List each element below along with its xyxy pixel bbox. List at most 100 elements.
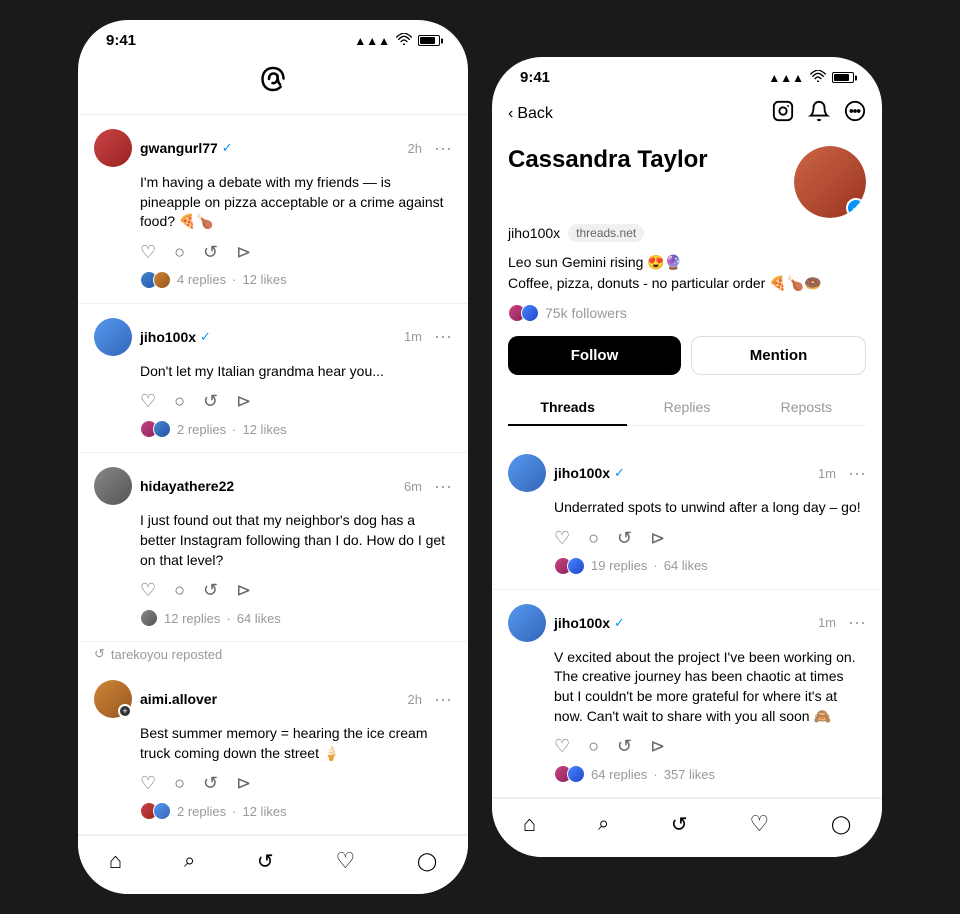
username-row: hidayathere22 [140, 478, 234, 494]
reply-count: 2 replies [177, 804, 226, 819]
post-body: Best summer memory = hearing the ice cre… [140, 724, 452, 763]
username: jiho100x [554, 615, 610, 631]
avatar [94, 129, 132, 167]
profile-name: Cassandra Taylor [508, 146, 708, 175]
like-count: 64 likes [664, 558, 708, 573]
table-row: + aimi.allover 2h ··· Best summer memory… [78, 666, 468, 835]
repost-button[interactable]: ↺ [617, 736, 632, 757]
status-bar-profile: 9:41 ▲▲▲ [492, 57, 882, 90]
feed-header [78, 53, 468, 115]
post-time: 2h [408, 141, 422, 156]
repost-button[interactable]: ↺ [203, 580, 218, 601]
post-header-right: 6m ··· [404, 476, 452, 497]
verified-badge: ✓ [846, 198, 866, 218]
post-menu-button[interactable]: ··· [434, 689, 452, 710]
search-tab[interactable]: ⌕ [184, 850, 195, 873]
post-stats: 19 replies · 64 likes [554, 557, 866, 575]
post-header-right: 1m ··· [818, 463, 866, 484]
share-button[interactable]: ⊳ [236, 242, 251, 263]
post-time: 1m [818, 615, 836, 630]
profile-avatar: ✓ [794, 146, 866, 218]
username-row: jiho100x ✓ [554, 615, 625, 631]
like-count: 12 likes [242, 272, 286, 287]
post-header-right: 2h ··· [408, 689, 452, 710]
post-menu-button[interactable]: ··· [434, 138, 452, 159]
back-button[interactable]: ‹ Back [508, 105, 553, 123]
like-count: 64 likes [237, 611, 281, 626]
repost-button[interactable]: ↺ [203, 391, 218, 412]
reply-count: 2 replies [177, 422, 226, 437]
activity-tab-profile[interactable]: ♡ [749, 811, 769, 837]
username-row: jiho100x ✓ [140, 329, 211, 345]
profile-tab-profile[interactable]: ◯ [831, 814, 851, 835]
post-stats: 12 replies · 64 likes [140, 609, 452, 627]
post-menu-button[interactable]: ··· [848, 612, 866, 633]
share-button[interactable]: ⊳ [236, 580, 251, 601]
notifications-icon[interactable] [808, 100, 830, 128]
like-button[interactable]: ♡ [140, 580, 156, 601]
post-menu-button[interactable]: ··· [434, 326, 452, 347]
time: 9:41 [106, 32, 136, 49]
instagram-icon[interactable] [772, 100, 794, 128]
like-button[interactable]: ♡ [140, 242, 156, 263]
tab-replies[interactable]: Replies [627, 389, 746, 425]
like-count: 12 likes [242, 422, 286, 437]
tab-reposts[interactable]: Reposts [747, 389, 866, 425]
verified-icon: ✓ [614, 465, 625, 481]
post-menu-button[interactable]: ··· [848, 463, 866, 484]
share-button[interactable]: ⊳ [650, 528, 665, 549]
tab-threads[interactable]: Threads [508, 389, 627, 425]
repost-icon: ↺ [94, 646, 105, 662]
search-tab-profile[interactable]: ⌕ [598, 813, 609, 836]
repost-button[interactable]: ↺ [203, 242, 218, 263]
profile-tab[interactable]: ◯ [417, 851, 437, 872]
comment-button[interactable]: ○ [174, 391, 185, 412]
reply-count: 12 replies [164, 611, 220, 626]
avatar [508, 604, 546, 642]
like-button[interactable]: ♡ [140, 773, 156, 794]
repost-button[interactable]: ↺ [617, 528, 632, 549]
phone-feed: 9:41 ▲▲▲ [78, 20, 468, 894]
post-actions: ♡ ○ ↺ ⊳ [554, 736, 866, 757]
home-tab-profile[interactable]: ⌂ [523, 811, 536, 837]
share-button[interactable]: ⊳ [236, 391, 251, 412]
comment-button[interactable]: ○ [588, 736, 599, 757]
home-tab[interactable]: ⌂ [109, 848, 122, 874]
comment-button[interactable]: ○ [588, 528, 599, 549]
mention-button[interactable]: Mention [691, 336, 866, 375]
reply-avatars [140, 802, 171, 820]
avatar [94, 467, 132, 505]
post-actions: ♡ ○ ↺ ⊳ [554, 528, 866, 549]
post-actions: ♡ ○ ↺ ⊳ [140, 391, 452, 412]
like-button[interactable]: ♡ [554, 528, 570, 549]
follow-button[interactable]: Follow [508, 336, 681, 375]
comment-button[interactable]: ○ [174, 773, 185, 794]
signal-icon: ▲▲▲ [354, 34, 390, 48]
post-menu-button[interactable]: ··· [434, 476, 452, 497]
repost-button[interactable]: ↺ [203, 773, 218, 794]
share-button[interactable]: ⊳ [650, 736, 665, 757]
plus-badge: + [118, 704, 132, 718]
verified-icon: ✓ [614, 615, 625, 631]
like-button[interactable]: ♡ [554, 736, 570, 757]
username-row: aimi.allover [140, 691, 217, 707]
comment-button[interactable]: ○ [174, 242, 185, 263]
compose-tab[interactable]: ↺ [257, 849, 274, 874]
profile-info: Cassandra Taylor ✓ jiho100x threads.net … [492, 138, 882, 440]
post-time: 2h [408, 692, 422, 707]
like-button[interactable]: ♡ [140, 391, 156, 412]
username: gwangurl77 [140, 140, 218, 156]
activity-tab[interactable]: ♡ [335, 848, 355, 874]
share-button[interactable]: ⊳ [236, 773, 251, 794]
like-count: 357 likes [664, 767, 715, 782]
comment-button[interactable]: ○ [174, 580, 185, 601]
threads-logo [255, 61, 291, 102]
compose-tab-profile[interactable]: ↺ [671, 812, 688, 837]
like-count: 12 likes [242, 804, 286, 819]
bottom-nav-profile: ⌂ ⌕ ↺ ♡ ◯ [492, 798, 882, 857]
table-row: jiho100x ✓ 1m ··· Don't let my Italian g… [78, 304, 468, 454]
username: hidayathere22 [140, 478, 234, 494]
table-row: jiho100x ✓ 1m ··· Underrated spots to un… [492, 440, 882, 590]
more-options-icon[interactable] [844, 100, 866, 128]
username-row: jiho100x ✓ [554, 465, 625, 481]
